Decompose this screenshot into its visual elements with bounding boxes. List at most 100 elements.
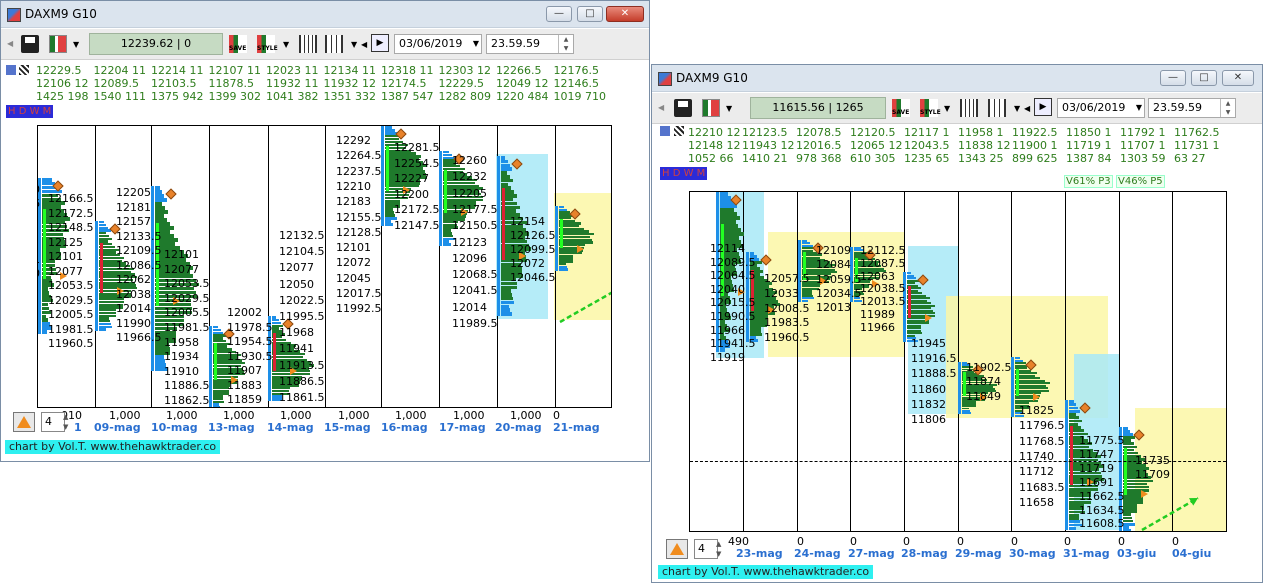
date-label[interactable]: 30-mag: [1009, 547, 1056, 560]
date-label[interactable]: 24-mag: [794, 547, 841, 560]
date-label[interactable]: 27-mag: [848, 547, 895, 560]
date-label[interactable]: 09-mag: [94, 421, 141, 434]
date-label[interactable]: 17-mag: [439, 421, 486, 434]
chevron-down-icon: ▼: [472, 39, 479, 48]
stats-cell: 1041 382: [266, 90, 319, 103]
stats-cell: 1220 484: [496, 90, 549, 103]
right-time-input[interactable]: 23.59.59 ▲ ▼: [1148, 98, 1236, 118]
stats-cell: 12065 12: [850, 139, 903, 152]
nav-left-icon[interactable]: ◀: [361, 40, 367, 49]
nav-left-icon[interactable]: ◀: [1024, 104, 1030, 113]
stats-cell: 12049 12: [496, 77, 549, 90]
date-label[interactable]: 16-mag: [381, 421, 428, 434]
stats-cell: 12214 11: [151, 64, 204, 77]
right-titlebar[interactable]: DAXM9 G10 — □ ✕: [652, 65, 1262, 92]
stats-cell: 12318 11: [381, 64, 434, 77]
columns-icon[interactable]: [299, 35, 317, 53]
stats-cell: 12123.5: [742, 126, 788, 139]
stats-cell: 11707 1: [1120, 139, 1166, 152]
right-toolbar: ◀ ▼ 11615.56 | 1265 SAVE STYLE ▼ ▼ ◀ ▶ 0…: [652, 93, 1262, 124]
date-label[interactable]: 31-mag: [1063, 547, 1110, 560]
save-style-icon[interactable]: SAVE: [892, 99, 910, 117]
style-dropdown-icon[interactable]: ▼: [944, 104, 950, 113]
stats-cell: 1351 332: [323, 90, 377, 103]
left-window-title: DAXM9 G10: [25, 7, 97, 21]
save-style-icon[interactable]: SAVE: [229, 35, 247, 53]
columns-icon[interactable]: [960, 99, 978, 117]
style-icon[interactable]: STYLE: [920, 99, 941, 117]
chart-dropdown-icon[interactable]: ▼: [73, 40, 79, 49]
volume-pct-badge-1: V61% P3: [1064, 175, 1113, 188]
date-label[interactable]: 14-mag: [267, 421, 314, 434]
right-zoom-spinner[interactable]: 4: [694, 539, 718, 559]
stats-cell: 63 27: [1174, 152, 1206, 165]
columns-wide-icon[interactable]: [325, 35, 343, 53]
save-icon[interactable]: [21, 35, 39, 53]
date-label[interactable]: 28-mag: [901, 547, 948, 560]
time-spinner-icon[interactable]: ▲ ▼: [558, 35, 573, 53]
stats-cell: 610 305: [850, 152, 896, 165]
play-icon[interactable]: ▶: [371, 34, 389, 52]
right-chart-window: DAXM9 G10 — □ ✕ ◀ ▼ 11615.56 | 1265 SAVE…: [651, 64, 1263, 583]
right-market-profile-chart[interactable]: 12114 12089.5 12064.5 12040 12015.5 11990.5 11…: [689, 191, 1227, 532]
save-icon[interactable]: [674, 99, 692, 117]
date-label[interactable]: 04-giu: [1172, 547, 1211, 560]
price-level-label: 11837.5: [227, 408, 273, 409]
left-date-select[interactable]: 03/06/2019 ▼: [394, 34, 482, 54]
date-label[interactable]: 10-mag: [151, 421, 198, 434]
chart-dropdown-icon[interactable]: ▼: [726, 104, 732, 113]
app-icon: [7, 8, 21, 22]
date-label[interactable]: 21-mag: [553, 421, 600, 434]
left-time-input[interactable]: 23.59.59 ▲ ▼: [486, 34, 574, 54]
maximize-button[interactable]: □: [577, 6, 603, 22]
date-label[interactable]: 15-mag: [324, 421, 371, 434]
close-button[interactable]: ✕: [606, 6, 644, 22]
minimize-button[interactable]: —: [1160, 70, 1186, 86]
date-label[interactable]: 13-mag: [208, 421, 255, 434]
stats-cell: 11762.5: [1174, 126, 1220, 139]
stats-cell: 11900 1: [1012, 139, 1058, 152]
mode-button[interactable]: [666, 539, 688, 559]
zoom-stepper-icon[interactable]: ▲ ▼: [716, 539, 728, 559]
date-label[interactable]: 29-mag: [955, 547, 1002, 560]
date-label[interactable]: 20-mag: [495, 421, 542, 434]
chart-icon[interactable]: [49, 35, 67, 53]
maximize-button[interactable]: □: [1191, 70, 1217, 86]
stats-cell: 11850 1: [1066, 126, 1112, 139]
left-price-display: 12239.62 | 0: [89, 33, 223, 55]
hdwm-selector[interactable]: H D W M: [660, 167, 708, 180]
columns-dropdown-icon[interactable]: ▼: [351, 40, 357, 49]
style-icon[interactable]: STYLE: [257, 35, 278, 53]
chart-icon[interactable]: [702, 99, 720, 117]
hdwm-selector[interactable]: H D W M: [6, 105, 54, 118]
close-button[interactable]: ✕: [1222, 70, 1254, 86]
columns-dropdown-icon[interactable]: ▼: [1014, 104, 1020, 113]
date-label[interactable]: 23-mag: [736, 547, 783, 560]
stats-color-icon: [6, 65, 16, 75]
date-label[interactable]: 03-giu: [1117, 547, 1156, 560]
date-label[interactable]: 1: [74, 421, 82, 434]
stats-cell: 11943 12: [742, 139, 795, 152]
zoom-stepper-icon[interactable]: ▲ ▼: [63, 412, 75, 432]
left-market-profile-chart[interactable]: 1221012186162.5138.5114.5120911207012166…: [37, 125, 612, 408]
right-date-select[interactable]: 03/06/2019 ▼: [1057, 98, 1145, 118]
stats-pattern-icon: [674, 126, 684, 136]
play-icon[interactable]: ▶: [1034, 98, 1052, 116]
stats-cell: 12229.5: [438, 77, 485, 90]
stats-cell: 12266.5: [496, 64, 542, 77]
right-time-value: 23.59.59: [1153, 101, 1202, 114]
minimize-button[interactable]: —: [546, 6, 572, 22]
stats-cell: 11932 11: [266, 77, 319, 90]
stats-cell: 11792 1: [1120, 126, 1166, 139]
left-titlebar[interactable]: DAXM9 G10 — □ ✕: [1, 1, 649, 28]
style-dropdown-icon[interactable]: ▼: [283, 40, 289, 49]
stats-cell: 12176.5: [553, 64, 600, 77]
forecast-arrow: [559, 291, 611, 324]
stats-cell: 1399 302: [208, 90, 262, 103]
mode-button[interactable]: [13, 412, 35, 432]
time-spinner-icon[interactable]: ▲ ▼: [1220, 99, 1235, 117]
right-price-display: 11615.56 | 1265: [750, 97, 886, 119]
columns-wide-icon[interactable]: [988, 99, 1006, 117]
left-zoom-spinner[interactable]: 4: [41, 412, 65, 432]
stats-cell: 1425 198: [36, 90, 89, 103]
